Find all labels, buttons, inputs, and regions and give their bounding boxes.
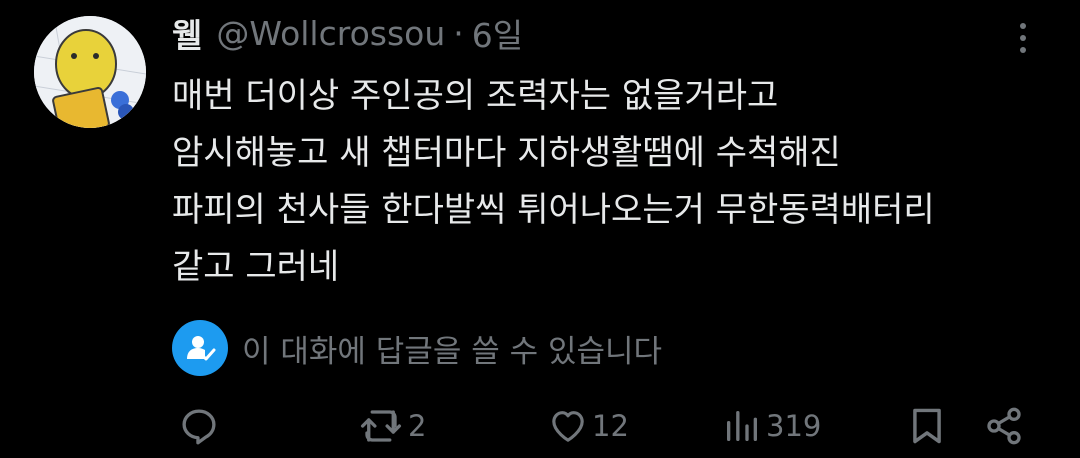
retweet-button[interactable]: 2: [358, 398, 426, 454]
share-icon: [987, 407, 1021, 445]
retweet-icon: [360, 410, 402, 442]
like-button[interactable]: 12: [548, 398, 629, 454]
tweet-text-line: 매번 더이상 주인공의 조력자는 없을거라고: [172, 76, 779, 116]
views-icon: [727, 411, 757, 441]
author-name[interactable]: 웰: [172, 9, 202, 57]
bookmark-icon: [913, 408, 941, 444]
views-count: 319: [766, 409, 822, 443]
reply-button[interactable]: [178, 398, 220, 454]
tweet-text-line: 같고 그러네: [172, 247, 340, 287]
bookmark-button[interactable]: [908, 398, 946, 454]
reply-notice-text: 이 대화에 답글을 쓸 수 있습니다: [242, 333, 663, 370]
tweet-text: 매번 더이상 주인공의 조력자는 없을거라고 암시해놓고 새 챕터마다 지하생활…: [172, 68, 1052, 296]
share-button[interactable]: [984, 398, 1024, 454]
tweet-text-line: 암시해놓고 새 챕터마다 지하생활땜에 수척해진: [172, 133, 841, 173]
person-check-icon: [172, 320, 228, 376]
action-bar: 2 12 319: [0, 398, 1080, 454]
tweet-text-line: 파피의 천사들 한다발씩 튀어나오는거 무한동력배터리: [172, 190, 935, 230]
more-options-icon[interactable]: [1008, 18, 1038, 58]
like-count: 12: [592, 409, 629, 443]
views-button[interactable]: 319: [722, 398, 821, 454]
separator-dot: ·: [453, 13, 464, 53]
avatar-image: [34, 16, 146, 128]
timestamp[interactable]: 6일: [472, 9, 523, 57]
retweet-count: 2: [408, 409, 427, 443]
reply-icon: [182, 409, 216, 445]
heart-icon: [552, 411, 584, 442]
author-handle[interactable]: @Wollcrossou: [216, 14, 445, 53]
tweet-header: 웰 @Wollcrossou · 6일: [172, 10, 523, 56]
reply-restriction-notice: 이 대화에 답글을 쓸 수 있습니다: [172, 320, 662, 376]
avatar[interactable]: [34, 16, 146, 128]
